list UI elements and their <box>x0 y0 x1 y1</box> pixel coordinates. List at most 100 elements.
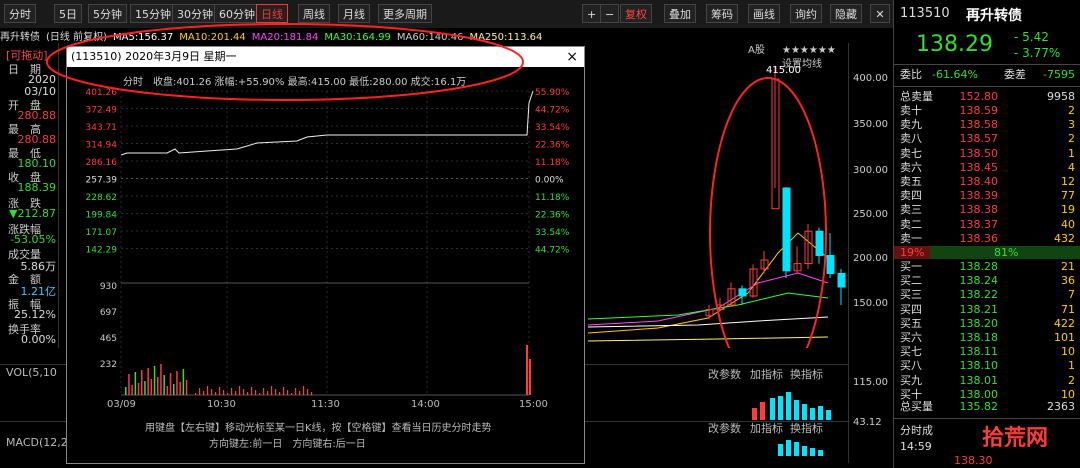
order-volume: 2 <box>1068 104 1075 117</box>
buy-total-label: 总买量 <box>900 400 933 413</box>
stock-name: 再升转债 <box>0 32 40 43</box>
settings-ma-link[interactable]: 设置均线 <box>782 57 822 70</box>
amplitude-value: 25.12% <box>14 308 56 321</box>
order-volume: 2 <box>1068 373 1075 387</box>
intraday-left-tick: 228.62 <box>86 193 118 203</box>
order-row[interactable]: 卖九 138.58 3 <box>894 118 1080 132</box>
intraday-vol-tick: 930 <box>100 282 117 292</box>
candle-body <box>738 288 747 297</box>
overlay-button[interactable]: 叠加 <box>664 4 696 23</box>
ma30-line <box>587 292 829 320</box>
tab-trades[interactable]: 分时成 <box>900 422 933 438</box>
order-row[interactable]: 卖二 138.37 40 <box>894 218 1080 232</box>
order-row[interactable]: 买二 138.24 36 <box>894 274 1080 288</box>
annotation-ellipse <box>709 77 827 348</box>
order-volume: 7 <box>1068 288 1075 302</box>
stars-rating: ★★★★★★ <box>782 45 836 56</box>
order-volume: 4 <box>1068 160 1075 174</box>
keyboard-hint: 用键盘【左右键】移动光标至某一日K线，按【空格键】查看当日历史分时走势 <box>145 423 492 434</box>
order-level-label: 买四 <box>900 302 922 316</box>
intraday-right-tick: 0.00% <box>535 176 564 186</box>
ma-lines <box>587 232 829 342</box>
order-row[interactable]: 卖七 138.50 1 <box>894 147 1080 161</box>
intraday-right-tick: 55.90% <box>535 88 570 98</box>
order-level-label: 买七 <box>900 345 922 359</box>
stock-title: 再升转债 <box>966 8 1022 24</box>
order-row[interactable]: 卖三 138.38 19 <box>894 203 1080 217</box>
order-row[interactable]: 买七 138.11 10 <box>894 345 1080 359</box>
intraday-left-tick: 343.71 <box>86 123 118 133</box>
order-row[interactable]: 买五 138.20 422 <box>894 317 1080 331</box>
order-row[interactable]: 买九 138.01 2 <box>894 374 1080 388</box>
tab-intraday[interactable]: 分时 <box>4 4 36 23</box>
order-price: 138.45 <box>959 160 999 174</box>
sell-total-price: 152.80 <box>959 90 999 103</box>
order-price: 138.20 <box>959 316 999 330</box>
vol-indicator-label[interactable]: VOL(5,10 <box>6 366 57 379</box>
order-volume: 1 <box>1068 146 1075 160</box>
intraday-volume-bars <box>125 345 531 395</box>
query-button[interactable]: 询约 <box>790 4 822 23</box>
macd-indicator-label[interactable]: MACD(12,2 <box>6 436 68 449</box>
order-volume: 3 <box>1068 118 1075 132</box>
intraday-right-tick: 33.54% <box>535 228 570 238</box>
order-row[interactable]: 卖六 138.45 4 <box>894 161 1080 175</box>
order-level-label: 卖八 <box>900 132 922 146</box>
a-share-label: A股 <box>748 44 765 56</box>
order-level-label: 买一 <box>900 260 922 273</box>
order-row[interactable]: 卖一 138.36 432 <box>894 232 1080 246</box>
ma10-line <box>587 232 829 334</box>
draw-line-button[interactable]: 画线 <box>748 4 780 23</box>
order-level-label: 买六 <box>900 331 922 344</box>
intraday-time-label: 03/09 <box>107 399 136 410</box>
intraday-chart[interactable]: 401.26372.49343.71314.94286.16257.39228.… <box>67 83 584 413</box>
change-value: ▼212.87 <box>9 207 56 220</box>
volume-bars <box>752 392 831 456</box>
close-icon[interactable]: ✕ <box>870 4 890 23</box>
order-price: 138.58 <box>959 118 999 132</box>
candle-body <box>837 273 846 288</box>
order-row[interactable]: 买四 138.21 71 <box>894 303 1080 317</box>
order-volume: 432 <box>1054 231 1075 245</box>
close-value: 188.39 <box>17 181 57 194</box>
ratio-left: 19% <box>900 246 925 259</box>
dialog-close-icon[interactable]: × <box>566 47 578 67</box>
watermark-logo: 拾荒网 <box>982 426 1049 451</box>
buy-total-price: 135.82 <box>959 400 999 413</box>
order-volume: 19 <box>1061 203 1075 217</box>
order-volume: 422 <box>1054 316 1075 330</box>
order-row[interactable]: 买八 138.10 1 <box>894 359 1080 373</box>
order-row[interactable]: 卖十 138.59 2 <box>894 104 1080 118</box>
sell-total-label: 总卖量 <box>900 90 933 103</box>
order-row[interactable]: 买三 138.22 7 <box>894 288 1080 302</box>
intraday-left-tick: 171.07 <box>86 228 118 238</box>
order-row[interactable]: 买六 138.18 101 <box>894 331 1080 345</box>
order-price: 138.28 <box>959 260 999 273</box>
order-row[interactable]: 买一 138.28 21 <box>894 260 1080 274</box>
order-volume: 36 <box>1061 274 1075 288</box>
order-row[interactable]: 卖四 138.39 77 <box>894 189 1080 203</box>
price-change: - 5.42 <box>1014 30 1049 44</box>
intraday-vol-tick: 465 <box>100 334 117 344</box>
adjust-button[interactable]: 复权 <box>620 4 652 23</box>
candle-body <box>815 230 824 256</box>
order-level-label: 买三 <box>900 288 922 302</box>
zoom-in-button[interactable]: + <box>582 4 602 23</box>
order-row[interactable]: 卖五 138.40 12 <box>894 175 1080 189</box>
order-level-label: 卖十 <box>900 104 922 117</box>
sell-total-vol: 9958 <box>1047 90 1075 103</box>
intraday-left-tick: 257.39 <box>86 176 118 186</box>
zoom-out-button[interactable]: − <box>600 4 620 23</box>
wb-value: -61.64% <box>932 68 978 81</box>
order-price: 138.38 <box>959 203 999 217</box>
intraday-right-tick: 22.36% <box>535 141 570 151</box>
order-price: 138.18 <box>959 331 999 344</box>
order-price: 138.50 <box>959 146 999 160</box>
axis-tick: 400.00 <box>853 73 888 84</box>
chips-button[interactable]: 筹码 <box>706 4 738 23</box>
order-row[interactable]: 卖八 138.57 2 <box>894 132 1080 146</box>
order-level-label: 买五 <box>900 316 922 330</box>
hide-button[interactable]: 隐藏 <box>830 4 862 23</box>
intraday-left-tick: 199.84 <box>86 211 118 221</box>
order-volume: 2 <box>1068 132 1075 146</box>
